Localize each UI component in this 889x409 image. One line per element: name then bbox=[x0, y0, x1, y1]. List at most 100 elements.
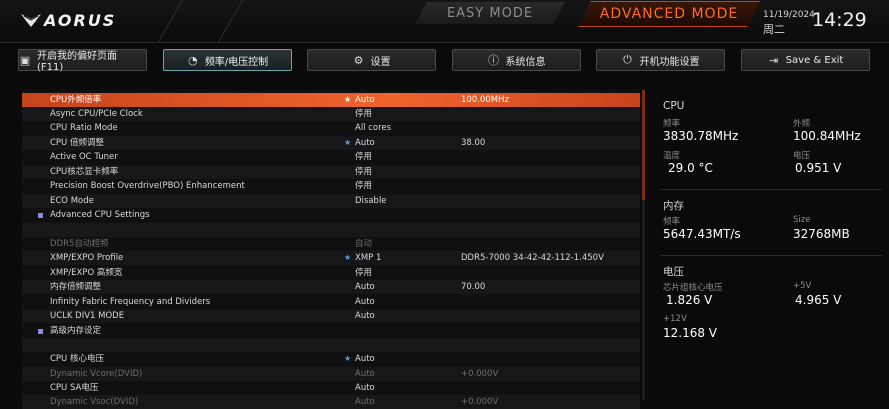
setting-readout: DDR5-7000 34-42-42-112-1.450V bbox=[461, 253, 604, 263]
folder-star-icon: ▣ bbox=[19, 53, 31, 67]
setting-name: CPU 核心电压 bbox=[50, 354, 104, 364]
weekday-display: 周二 bbox=[763, 23, 785, 36]
setting-name: UCLK DIV1 MODE bbox=[50, 311, 125, 321]
tab-boot[interactable]: ⏻ 开机功能设置 bbox=[596, 49, 725, 71]
setting-row[interactable]: CPU Ratio Mode All cores bbox=[22, 121, 640, 135]
setting-name: ECO Mode bbox=[50, 196, 94, 206]
memory-section-title: 内存 bbox=[663, 200, 684, 212]
setting-readout: 70.00 bbox=[461, 282, 486, 292]
setting-name: 高级内存设定 bbox=[50, 326, 102, 336]
setting-row[interactable]: XMP/EXPO 高频宽 停用 bbox=[22, 266, 640, 280]
tab-settings[interactable]: ⚙ 设置 bbox=[307, 49, 436, 71]
advanced-mode-button[interactable]: ADVANCED MODE bbox=[578, 1, 760, 27]
mem-size-label: Size bbox=[793, 215, 811, 225]
setting-value[interactable]: Auto bbox=[355, 280, 375, 294]
speedometer-icon: ◔ bbox=[188, 53, 198, 67]
setting-value[interactable]: Auto bbox=[355, 381, 375, 395]
setting-row[interactable]: XMP/EXPO Profile ★ XMP 1 DDR5-7000 34-42… bbox=[22, 251, 640, 265]
cpu-freq-label: 频率 bbox=[663, 119, 681, 129]
setting-row[interactable]: Precision Boost Overdrive(PBO) Enhanceme… bbox=[22, 179, 640, 193]
spacer-row bbox=[22, 223, 640, 237]
clock-display: 14:29 bbox=[812, 9, 867, 31]
setting-value[interactable]: 停用 bbox=[355, 107, 372, 121]
setting-row[interactable]: CPU核芯显卡频率 停用 bbox=[22, 165, 640, 179]
cpu-temp-value: 29.0 °C bbox=[668, 161, 713, 175]
setting-value[interactable]: Auto bbox=[355, 295, 375, 309]
tab-frequency-voltage[interactable]: ◔ 频率/电压控制 bbox=[163, 49, 292, 71]
setting-row[interactable]: Infinity Fabric Frequency and Dividers A… bbox=[22, 295, 640, 309]
setting-value[interactable]: All cores bbox=[355, 121, 391, 135]
setting-value[interactable]: 停用 bbox=[355, 179, 372, 193]
tab-system-info[interactable]: ⓘ 系统信息 bbox=[452, 49, 581, 71]
setting-row[interactable]: CPU 倍频调整 ★ Auto 38.00 bbox=[22, 136, 640, 150]
cpu-freq-value: 3830.78MHz bbox=[663, 129, 739, 143]
tab-favorites[interactable]: ▣ 开启我的偏好页面 (F11) bbox=[18, 49, 147, 73]
scrollbar-thumb[interactable] bbox=[642, 90, 645, 200]
setting-readout: +0.000V bbox=[461, 397, 499, 407]
setting-name: XMP/EXPO Profile bbox=[50, 253, 124, 263]
setting-name: XMP/EXPO 高频宽 bbox=[50, 268, 123, 278]
date-display: 11/19/2024 bbox=[763, 10, 815, 20]
setting-name: CPU Ratio Mode bbox=[50, 123, 118, 133]
setting-name: 内存倍频调整 bbox=[50, 282, 102, 292]
submenu-bullet-icon bbox=[38, 213, 43, 218]
setting-row-cpu-bclk[interactable]: CPU外频倍率 ★ Auto 100.00MHz bbox=[22, 93, 640, 107]
info-icon: ⓘ bbox=[488, 54, 499, 67]
setting-value[interactable]: XMP 1 bbox=[355, 251, 381, 265]
setting-name: Precision Boost Overdrive(PBO) Enhanceme… bbox=[50, 181, 245, 191]
setting-value[interactable]: 停用 bbox=[355, 165, 372, 179]
setting-name: Infinity Fabric Frequency and Dividers bbox=[50, 297, 211, 307]
setting-row[interactable]: CPU 核心电压 ★ Auto bbox=[22, 352, 640, 366]
tab-label: 系统信息 bbox=[505, 56, 546, 68]
setting-row[interactable]: ECO Mode Disable bbox=[22, 194, 640, 208]
star-icon: ★ bbox=[344, 95, 352, 104]
setting-value[interactable]: Auto bbox=[355, 309, 375, 323]
setting-name: CPU 倍频调整 bbox=[50, 138, 104, 148]
p12v-label: +12V bbox=[663, 314, 687, 324]
setting-value: Auto bbox=[355, 397, 375, 407]
setting-value[interactable]: Auto bbox=[355, 352, 375, 366]
setting-row[interactable]: UCLK DIV1 MODE Auto bbox=[22, 309, 640, 323]
setting-row: DDR5自动超频 自动 bbox=[22, 237, 640, 251]
setting-value[interactable]: 停用 bbox=[355, 266, 372, 280]
setting-value[interactable]: Disable bbox=[355, 194, 387, 208]
setting-row[interactable]: Async CPU/PCIe Clock 停用 bbox=[22, 107, 640, 121]
setting-name: DDR5自动超频 bbox=[50, 239, 109, 249]
setting-name: CPU外频倍率 bbox=[50, 95, 102, 105]
setting-value[interactable]: Auto bbox=[355, 136, 375, 150]
submenu-advanced-memory[interactable]: 高级内存设定 bbox=[22, 324, 640, 338]
tab-save-exit[interactable]: ⇥ Save & Exit bbox=[741, 49, 870, 71]
setting-value[interactable]: 停用 bbox=[355, 150, 372, 164]
cpu-bclk-value: 100.84MHz bbox=[793, 129, 861, 143]
setting-name: Dynamic Vcore(DVID) bbox=[50, 369, 143, 379]
section-divider bbox=[660, 255, 882, 256]
setting-value[interactable]: Auto bbox=[355, 93, 375, 107]
exit-icon: ⇥ bbox=[769, 53, 779, 67]
easy-mode-button[interactable]: EASY MODE bbox=[415, 2, 565, 24]
p12v-value: 12.168 V bbox=[663, 326, 718, 340]
setting-row[interactable]: 内存倍频调整 Auto 70.00 bbox=[22, 280, 640, 294]
tab-bar: ▣ 开启我的偏好页面 (F11) ◔ 频率/电压控制 ⚙ 设置 ⓘ 系统信息 ⏻… bbox=[0, 44, 889, 78]
setting-row[interactable]: Active OC Tuner 停用 bbox=[22, 150, 640, 164]
setting-name: CPU核芯显卡频率 bbox=[50, 167, 119, 177]
tab-label: 开启我的偏好页面 (F11) bbox=[36, 51, 117, 73]
setting-row[interactable]: CPU SA电压 Auto bbox=[22, 381, 640, 395]
settings-scrollbar[interactable] bbox=[642, 90, 645, 400]
power-icon: ⏻ bbox=[623, 53, 632, 66]
cpu-volt-label: 电压 bbox=[793, 151, 811, 161]
tab-label: 开机功能设置 bbox=[639, 56, 700, 68]
setting-name: Async CPU/PCIe Clock bbox=[50, 109, 143, 119]
eagle-logo-icon bbox=[21, 14, 41, 27]
p5v-value: 4.965 V bbox=[795, 293, 842, 307]
setting-name: Advanced CPU Settings bbox=[50, 210, 150, 220]
mem-size-value: 32768MB bbox=[793, 227, 850, 241]
cpu-section-title: CPU bbox=[663, 100, 685, 112]
submenu-bullet-icon bbox=[38, 329, 43, 334]
mem-freq-value: 5647.43MT/s bbox=[663, 227, 741, 241]
submenu-advanced-cpu[interactable]: Advanced CPU Settings bbox=[22, 208, 640, 222]
brand-name: AORUS bbox=[44, 10, 117, 30]
chipset-volt-value: 1.826 V bbox=[666, 293, 713, 307]
gear-icon: ⚙ bbox=[353, 53, 364, 67]
top-header: AORUS EASY MODE ADVANCED MODE 11/19/2024… bbox=[0, 0, 889, 43]
mem-freq-label: 频率 bbox=[663, 217, 681, 227]
